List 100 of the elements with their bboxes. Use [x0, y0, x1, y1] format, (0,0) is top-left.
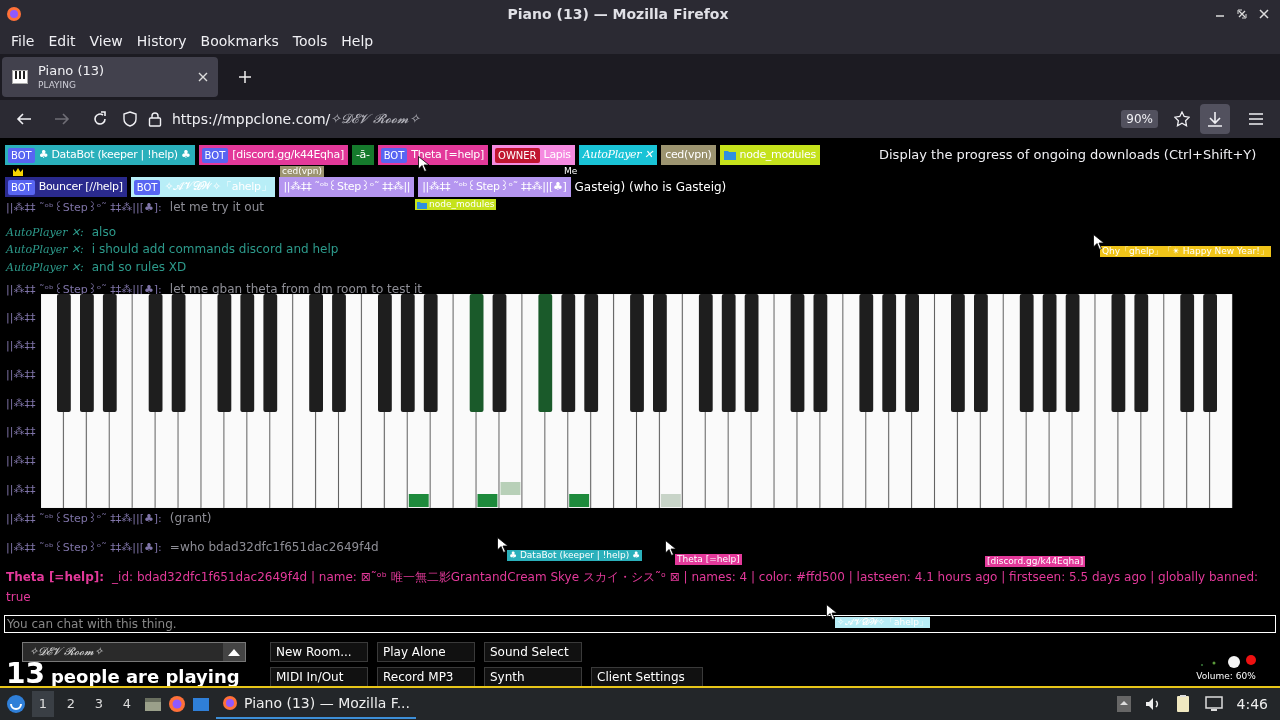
chat-username: ||⁂‡‡	[6, 424, 36, 440]
cursor-name: Qhy「ghelp」「✴ Happy New Year!」	[1102, 244, 1269, 258]
chat-message: also	[91, 224, 116, 241]
cursor-name: ♣ DataBot (keeper | !help) ♣	[509, 548, 641, 562]
chat-message: let me try it out	[169, 199, 264, 216]
menu-item[interactable]: History	[129, 30, 194, 52]
chat-message: i should add commands discord and help	[91, 241, 339, 258]
workspace-button[interactable]: 4	[116, 691, 138, 717]
chat-message: let me gban theta from dm room to test it	[169, 281, 422, 298]
control-button[interactable]: Client Settings	[591, 667, 703, 686]
workspace-button[interactable]: 3	[88, 691, 110, 717]
user-badge[interactable]: BOT Bouncer [//help]	[5, 177, 127, 197]
download-icon	[1207, 111, 1223, 127]
chat-username: ||⁂‡‡ ˜ᵒᵇ꒰Step꒱ᵒ˜ ‡‡⁂||[♣]:	[6, 200, 162, 216]
user-badge[interactable]: BOT ♣ DataBot (keeper | !help) ♣	[5, 145, 195, 165]
menu-item[interactable]: Tools	[285, 30, 335, 52]
close-icon[interactable]	[1258, 8, 1270, 20]
control-button[interactable]: New Room...	[270, 642, 368, 662]
chat-username: ||⁂‡‡ ˜ᵒᵇ꒰Step꒱ᵒ˜ ‡‡⁂||[♣]:	[6, 511, 162, 527]
workspace-button[interactable]: 2	[60, 691, 82, 717]
chat-username: ||⁂‡‡	[6, 310, 36, 326]
lock-icon[interactable]	[148, 111, 162, 127]
user-badge[interactable]: BOT ✧𝓐𝓥𝓓𝓦✧「ahelp」	[130, 177, 276, 197]
start-menu-icon[interactable]	[6, 694, 26, 714]
control-button[interactable]: Play Alone	[377, 642, 475, 662]
restore-icon[interactable]	[1236, 8, 1248, 20]
bookmark-star-icon[interactable]	[1174, 111, 1190, 127]
menu-icon[interactable]	[1248, 112, 1264, 126]
menu-item[interactable]: Edit	[41, 30, 83, 52]
reload-icon[interactable]	[92, 111, 108, 127]
user-tag: OWNER	[495, 147, 540, 163]
user-name: node_modules	[739, 146, 816, 163]
cursor-name: Me	[564, 164, 578, 178]
control-button[interactable]: Record MP3	[377, 667, 475, 686]
shield-icon[interactable]	[122, 111, 138, 127]
clock: 4:46	[1236, 694, 1269, 714]
chat-message: (grant)	[169, 510, 212, 527]
chat-message: =who bdad32dfc1f651dac2649f4d	[169, 539, 379, 556]
file-manager-icon[interactable]	[144, 696, 162, 712]
clipboard-icon[interactable]	[1174, 695, 1191, 713]
taskbar-window-button[interactable]: Piano (13) — Mozilla F...	[216, 689, 416, 719]
chat-username: AutoPlayer ✕:	[6, 242, 84, 258]
downloads-button[interactable]	[1200, 104, 1230, 134]
firefox-icon[interactable]	[168, 695, 186, 713]
user-tag: BOT	[8, 179, 35, 195]
tab-subtitle: PLAYING	[38, 79, 77, 91]
taskbar-window-title: Piano (13) — Mozilla F...	[244, 693, 410, 713]
forward-icon[interactable]	[54, 111, 70, 127]
crown-icon	[13, 168, 23, 176]
close-icon[interactable]	[198, 72, 208, 82]
user-tag: BOT	[380, 147, 408, 163]
user-name: [discord.gg/k44Eqha]	[232, 146, 344, 163]
chat-username: ||⁂‡‡ ˜ᵒᵇ꒰Step꒱ᵒ˜ ‡‡⁂||[♣]:	[6, 540, 162, 556]
chat-username: ||⁂‡‡	[6, 482, 36, 498]
user-badge[interactable]: BOT Theta [=help]	[377, 145, 489, 165]
workspace-button[interactable]: 1	[32, 691, 54, 717]
url-path: ✧𝓓𝓔𝓥 𝓡𝓸𝓸𝓶✧	[330, 110, 421, 129]
control-button[interactable]: Synth	[484, 667, 582, 686]
menu-item[interactable]: Help	[334, 30, 381, 52]
window-icon[interactable]	[192, 696, 210, 712]
new-tab-icon[interactable]	[238, 70, 252, 84]
expand-icon[interactable]	[228, 648, 240, 656]
cursor-name: [discord.gg/k44Eqha]	[987, 554, 1084, 568]
menu-item[interactable]: File	[4, 30, 42, 52]
user-name: Gasteig) (who is Gasteig)	[574, 179, 727, 196]
chat-message: Theta [=help]: _id: bdad32dfc1f651dac2649f4d | name: ⊠˜ᵒᵇ 唯一無二影GrantandCream Skye スカイ・シス˜ᵒ ⊠ | names: 4 | color: #ffd500 | lastseen: 4.1 hours ago | firstseen: 5.5 days ago | globally banned: true	[6, 569, 1260, 606]
browser-tab[interactable]: Piano (13) PLAYING	[2, 57, 218, 97]
tab-title: Piano (13)	[38, 63, 106, 80]
cursor-name: ✧𝓐𝓥𝓓𝓦✧「ahelp」	[837, 615, 929, 629]
user-tag: BOT	[8, 147, 35, 163]
volume-icon[interactable]	[1144, 697, 1161, 711]
cursor-icon	[497, 537, 508, 553]
menu-item[interactable]: Bookmarks	[193, 30, 286, 52]
volume-label: Volume: 60%	[1196, 670, 1256, 683]
cursor-icon	[826, 604, 837, 620]
control-button[interactable]: Sound Select	[484, 642, 582, 662]
folder-icon	[723, 150, 736, 160]
cursor-name: node_modules	[429, 197, 495, 211]
network-icon[interactable]	[1204, 696, 1223, 712]
tray-expand-icon[interactable]	[1116, 696, 1131, 712]
user-badge[interactable]: BOT [discord.gg/k44Eqha]	[198, 145, 348, 165]
cursor-icon	[665, 540, 676, 556]
control-button[interactable]: MIDI In/Out	[270, 667, 368, 686]
firefox-icon	[222, 695, 238, 711]
chat-username: ||⁂‡‡	[6, 367, 36, 383]
back-icon[interactable]	[16, 111, 32, 127]
cursor-name: Theta [=help]	[677, 552, 740, 566]
address-field[interactable]: https://mppclone.com/✧𝓓𝓔𝓥 𝓡𝓸𝓸𝓶✧	[172, 108, 1112, 130]
chat-username: ||⁂‡‡	[6, 338, 36, 354]
room-selector[interactable]: ✧𝓓𝓔𝓥 𝓡𝓸𝓸𝓶✧	[22, 642, 246, 662]
user-name: Theta [=help]	[411, 146, 485, 163]
url-host: https://mppclone.com/	[172, 109, 331, 129]
zoom-level[interactable]: 90%	[1121, 110, 1158, 128]
piano-icon	[12, 70, 28, 84]
chat-username: AutoPlayer ✕:	[6, 260, 84, 276]
user-badge[interactable]: OWNER Lapis	[492, 145, 575, 165]
piano-keyboard[interactable]	[41, 294, 1233, 508]
user-name: ♣ DataBot (keeper | !help) ♣	[38, 146, 191, 163]
menu-item[interactable]: View	[82, 30, 130, 52]
folder-icon	[417, 200, 427, 209]
